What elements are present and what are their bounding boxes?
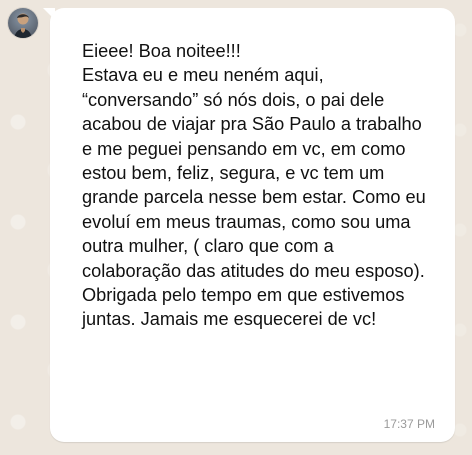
profile-photo-icon bbox=[8, 8, 38, 38]
message-bubble[interactable]: Eieee! Boa noitee!!! Estava eu e meu nen… bbox=[50, 8, 455, 442]
message-text: Eieee! Boa noitee!!! Estava eu e meu nen… bbox=[82, 41, 426, 330]
message-timestamp: 17:37 PM bbox=[383, 417, 435, 431]
avatar[interactable] bbox=[8, 8, 38, 38]
